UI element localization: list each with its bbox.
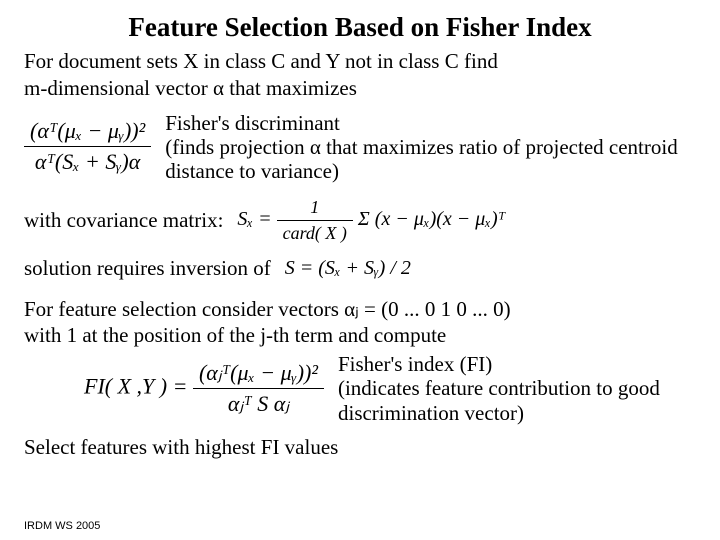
desc-body: (finds projection α that maximizes ratio… [165, 135, 678, 183]
intro-line-1: For document sets X in class C and Y not… [24, 49, 696, 74]
covariance-formula: Sₓ = 1 card( X ) Σ (x − μₓ)(x − μₓ)ᵀ [237, 197, 505, 244]
consider-line-1: For feature selection consider vectors α… [24, 297, 696, 322]
covariance-label: with covariance matrix: [24, 208, 223, 233]
inversion-row: solution requires inversion of S = (Sₓ +… [24, 254, 696, 283]
cov-frac-den: card( X ) [277, 221, 353, 244]
inversion-formula: S = (Sₓ + Sᵧ) / 2 [285, 257, 411, 280]
cov-sum: Σ (x − μₓ)(x − μₓ)ᵀ [358, 208, 505, 230]
formula-numerator: (αᵀ(μₓ − μᵧ))² [24, 118, 151, 147]
formula-denominator: αᵀ(Sₓ + Sᵧ)α [24, 147, 151, 175]
fi-denominator: αⱼᵀ S αⱼ [193, 389, 324, 417]
cov-lhs: Sₓ = [237, 208, 271, 230]
fisher-discriminant-desc: Fisher's discriminant (finds projection … [165, 111, 696, 183]
select-line: Select features with highest FI values [24, 435, 696, 460]
slide: Feature Selection Based on Fisher Index … [0, 0, 720, 540]
cov-frac-num: 1 [277, 197, 353, 221]
fi-lhs: FI( X ,Y ) = [84, 374, 187, 399]
consider-line-2: with 1 at the position of the j-th term … [24, 323, 696, 348]
covariance-row: with covariance matrix: Sₓ = 1 card( X )… [24, 197, 696, 244]
fi-desc-heading: Fisher's index (FI) [338, 352, 492, 376]
fisher-discriminant-formula: (αᵀ(μₓ − μᵧ))² αᵀ(Sₓ + Sᵧ)α [24, 118, 151, 175]
desc-heading: Fisher's discriminant [165, 111, 340, 135]
fi-numerator: (αⱼᵀ(μₓ − μᵧ))² [193, 360, 324, 389]
fisher-index-desc: Fisher's index (FI) (indicates feature c… [338, 352, 696, 424]
fisher-discriminant-row: (αᵀ(μₓ − μᵧ))² αᵀ(Sₓ + Sᵧ)α Fisher's dis… [24, 111, 696, 183]
fisher-index-row: FI( X ,Y ) = (αⱼᵀ(μₓ − μᵧ))² αⱼᵀ S αⱼ Fi… [84, 352, 696, 424]
inversion-label: solution requires inversion of [24, 256, 271, 281]
footer: IRDM WS 2005 [24, 520, 100, 532]
fi-desc-body: (indicates feature contribution to good … [338, 376, 660, 424]
intro-line-2: m-dimensional vector α that maximizes [24, 76, 696, 101]
slide-title: Feature Selection Based on Fisher Index [24, 12, 696, 43]
fisher-index-formula: FI( X ,Y ) = (αⱼᵀ(μₓ − μᵧ))² αⱼᵀ S αⱼ [84, 360, 324, 417]
